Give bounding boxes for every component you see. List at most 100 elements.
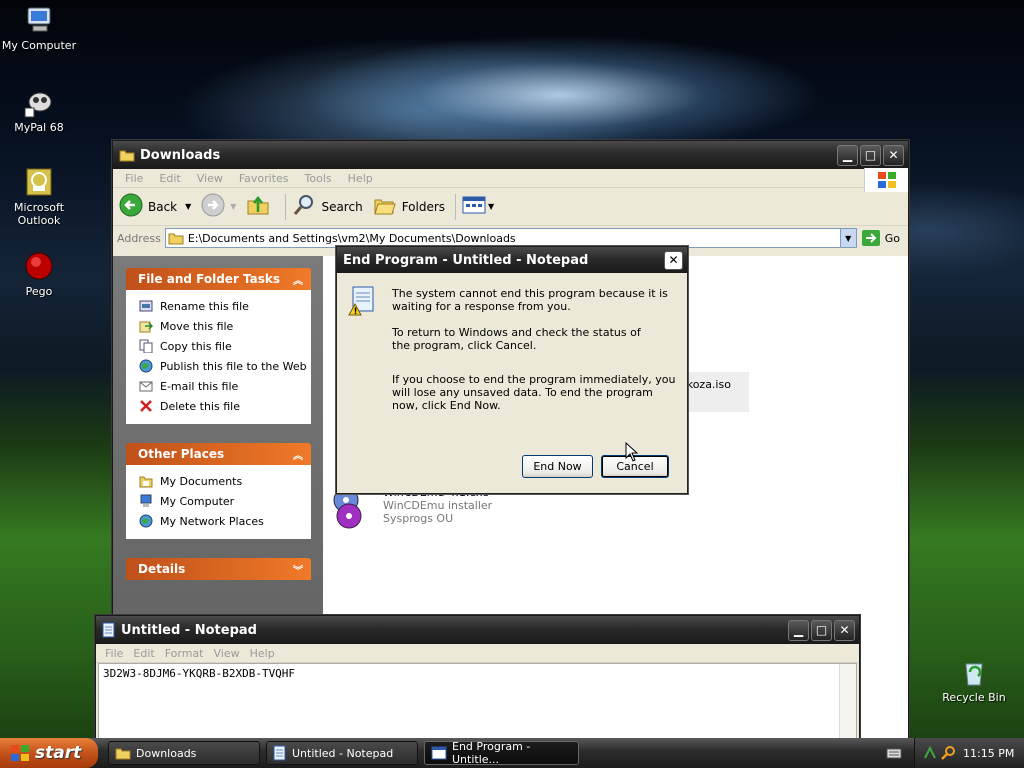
- chevron-down-icon[interactable]: ▼: [185, 202, 191, 211]
- computer-icon: [138, 494, 154, 508]
- dialog-message-2: To return to Windows and check the statu…: [392, 326, 641, 352]
- menu-tools[interactable]: Tools: [297, 172, 340, 185]
- explorer-titlebar[interactable]: Downloads ▁ □ ✕: [113, 141, 908, 169]
- task-delete[interactable]: Delete this file: [138, 396, 311, 416]
- search-tray-icon[interactable]: [941, 746, 955, 760]
- taskbar-button-end-program[interactable]: End Program - Untitle...: [424, 740, 579, 766]
- minimize-button[interactable]: ▁: [788, 619, 809, 641]
- minimize-button[interactable]: ▁: [837, 144, 858, 166]
- chevron-down-icon[interactable]: ▼: [839, 229, 856, 247]
- other-places-panel: Other Places ︽ My Documents My Computer M…: [126, 443, 311, 539]
- place-my-computer[interactable]: My Computer: [138, 491, 311, 511]
- network-tray-icon[interactable]: [923, 746, 937, 760]
- task-email[interactable]: E-mail this file: [138, 376, 311, 396]
- up-folder-icon: [246, 193, 270, 220]
- menu-bar: File Edit View Favorites Tools Help: [113, 168, 908, 192]
- file-description: WinCDEmu installer: [383, 499, 493, 512]
- menu-favorites[interactable]: Favorites: [231, 172, 297, 185]
- close-button[interactable]: ✕: [834, 619, 855, 641]
- views-button[interactable]: ▼: [462, 195, 494, 218]
- address-label: Address: [117, 231, 161, 245]
- notepad-titlebar[interactable]: Untitled - Notepad ▁ □ ✕: [96, 616, 859, 644]
- desktop-icon-pego[interactable]: Pego: [0, 250, 78, 298]
- folders-button[interactable]: Folders: [373, 193, 445, 220]
- browser-icon: [23, 86, 55, 118]
- start-button[interactable]: start: [0, 738, 98, 768]
- address-input[interactable]: E:\Documents and Settings\vm2\My Documen…: [164, 228, 857, 248]
- taskbar: start Downloads Untitled - Notepad End P…: [0, 738, 1024, 768]
- notepad-icon: [273, 745, 287, 761]
- desktop-icon-recycle-bin[interactable]: Recycle Bin: [935, 656, 1013, 704]
- desktop-icon-mypal[interactable]: MyPal 68: [0, 86, 78, 134]
- menu-edit[interactable]: Edit: [128, 647, 159, 660]
- search-icon: [292, 193, 316, 220]
- menu-file[interactable]: File: [100, 647, 128, 660]
- clock[interactable]: 11:15 PM: [963, 747, 1014, 760]
- network-icon: [138, 514, 154, 528]
- maximize-button[interactable]: □: [860, 144, 881, 166]
- close-button[interactable]: ✕: [883, 144, 904, 166]
- toolbar-separator: [285, 193, 287, 220]
- end-now-button[interactable]: End Now: [522, 455, 593, 478]
- collapse-chevron-icon[interactable]: ︽: [293, 447, 303, 462]
- panel-header[interactable]: Details ︾: [126, 558, 311, 580]
- taskbar-button-notepad[interactable]: Untitled - Notepad: [266, 741, 418, 765]
- close-button[interactable]: ✕: [664, 250, 683, 270]
- chevron-down-icon[interactable]: ▼: [230, 202, 236, 211]
- task-rename[interactable]: Rename this file: [138, 296, 311, 316]
- desktop-icon-label: Pego: [25, 285, 53, 298]
- place-my-documents[interactable]: My Documents: [138, 471, 311, 491]
- expand-chevron-icon[interactable]: ︾: [293, 562, 303, 577]
- taskbar-button-downloads[interactable]: Downloads: [108, 741, 260, 765]
- chevron-down-icon[interactable]: ▼: [488, 202, 494, 211]
- move-icon: [138, 319, 154, 333]
- search-button[interactable]: Search: [292, 193, 363, 220]
- menu-help[interactable]: Help: [340, 172, 381, 185]
- panel-header[interactable]: File and Folder Tasks ︽: [126, 268, 311, 290]
- panel-header[interactable]: Other Places ︽: [126, 443, 311, 465]
- folder-icon: [168, 231, 184, 245]
- menu-format[interactable]: Format: [160, 647, 209, 660]
- up-folder-button[interactable]: [246, 193, 275, 220]
- copy-icon: [138, 339, 154, 353]
- menu-help[interactable]: Help: [245, 647, 280, 660]
- menu-file[interactable]: File: [117, 172, 151, 185]
- system-tray: 11:15 PM: [914, 738, 1024, 768]
- end-program-dialog: End Program - Untitled - Notepad ✕ ! The…: [336, 246, 688, 494]
- globe-icon: [138, 359, 154, 373]
- details-panel: Details ︾: [126, 558, 311, 580]
- forward-button[interactable]: ▼: [201, 193, 236, 220]
- desktop-icon-my-computer[interactable]: My Computer: [0, 4, 78, 52]
- menu-view[interactable]: View: [189, 172, 231, 185]
- notepad-warning-icon: !: [347, 285, 377, 320]
- folders-icon: [373, 193, 397, 220]
- desktop-icon-label: MyPal 68: [14, 121, 64, 134]
- back-button[interactable]: Back ▼: [119, 193, 191, 220]
- folder-icon: [119, 148, 135, 162]
- mouse-cursor-icon: [625, 441, 639, 465]
- task-move[interactable]: Move this file: [138, 316, 311, 336]
- svg-text:!: !: [354, 307, 358, 317]
- dialog-titlebar[interactable]: End Program - Untitled - Notepad ✕: [337, 247, 687, 273]
- place-network[interactable]: My Network Places: [138, 511, 311, 531]
- desktop-icon-outlook[interactable]: Microsoft Outlook: [0, 166, 78, 227]
- notepad-text-area[interactable]: 3D2W3-8DJM6-YKQRB-B2XDB-TVQHF: [98, 663, 857, 740]
- keyboard-icon[interactable]: [886, 746, 902, 763]
- window-title: Untitled - Notepad: [121, 622, 257, 638]
- menu-view[interactable]: View: [209, 647, 245, 660]
- toolbar: Back ▼ ▼ Search Folders ▼: [113, 188, 908, 226]
- email-icon: [138, 379, 154, 393]
- go-arrow-icon: [861, 229, 881, 247]
- window-title: Downloads: [140, 147, 221, 163]
- delete-x-icon: [138, 399, 154, 413]
- task-publish[interactable]: Publish this file to the Web: [138, 356, 311, 376]
- menu-edit[interactable]: Edit: [151, 172, 188, 185]
- go-button[interactable]: Go: [861, 229, 900, 247]
- maximize-button[interactable]: □: [811, 619, 832, 641]
- rename-icon: [138, 299, 154, 313]
- task-copy[interactable]: Copy this file: [138, 336, 311, 356]
- windows-logo-icon: [864, 168, 908, 192]
- vertical-scrollbar[interactable]: [839, 664, 856, 739]
- collapse-chevron-icon[interactable]: ︽: [293, 272, 303, 287]
- forward-arrow-icon: [201, 193, 225, 220]
